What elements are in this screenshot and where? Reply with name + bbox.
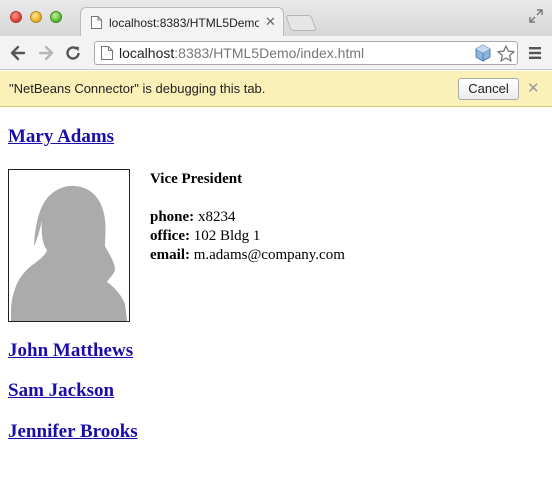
- address-bar[interactable]: localhost:8383/HTML5Demo/index.html: [94, 41, 518, 65]
- zoom-window-button[interactable]: [50, 11, 62, 23]
- tab-title: localhost:8383/HTML5Demo/index.html: [109, 16, 259, 30]
- debug-infobar: "NetBeans Connector" is debugging this t…: [0, 71, 552, 107]
- forward-icon[interactable]: [36, 43, 56, 63]
- person-link[interactable]: John Matthews: [8, 340, 133, 362]
- bookmark-star-icon[interactable]: [496, 44, 516, 64]
- person-link-selected[interactable]: Mary Adams: [8, 126, 114, 148]
- netbeans-icon[interactable]: [474, 44, 492, 62]
- menu-icon[interactable]: [527, 45, 543, 61]
- url-text[interactable]: localhost:8383/HTML5Demo/index.html: [119, 45, 364, 61]
- phone-field: phone: x8234: [150, 209, 236, 225]
- office-field: office: 102 Bldg 1: [150, 228, 261, 244]
- person-details: Vice President phone: x8234 office: 102 …: [150, 170, 345, 265]
- tab-close-icon[interactable]: ✕: [265, 14, 276, 30]
- infobar-close-icon[interactable]: ✕: [527, 79, 540, 97]
- person-photo: [8, 169, 130, 322]
- close-window-button[interactable]: [10, 11, 22, 23]
- fullscreen-icon[interactable]: [528, 8, 544, 24]
- browser-tab-active[interactable]: localhost:8383/HTML5Demo/index.html ✕: [80, 7, 284, 37]
- silhouette-image: [11, 185, 127, 321]
- new-tab-button[interactable]: [285, 15, 317, 31]
- window-titlebar: localhost:8383/HTML5Demo/index.html ✕: [0, 0, 552, 37]
- page-content: Mary Adams Vice President phone: x8234 o…: [0, 108, 552, 496]
- email-field: email: m.adams@company.com: [150, 247, 345, 263]
- person-title: Vice President: [150, 171, 243, 187]
- back-icon[interactable]: [8, 43, 28, 63]
- cancel-button[interactable]: Cancel: [458, 78, 519, 100]
- person-link[interactable]: Jennifer Brooks: [8, 421, 138, 443]
- page-icon: [91, 16, 102, 29]
- infobar-message: "NetBeans Connector" is debugging this t…: [9, 81, 266, 96]
- minimize-window-button[interactable]: [30, 11, 42, 23]
- reload-icon[interactable]: [63, 43, 83, 63]
- person-link[interactable]: Sam Jackson: [8, 380, 114, 402]
- browser-toolbar: localhost:8383/HTML5Demo/index.html: [0, 36, 552, 70]
- page-icon: [101, 46, 113, 60]
